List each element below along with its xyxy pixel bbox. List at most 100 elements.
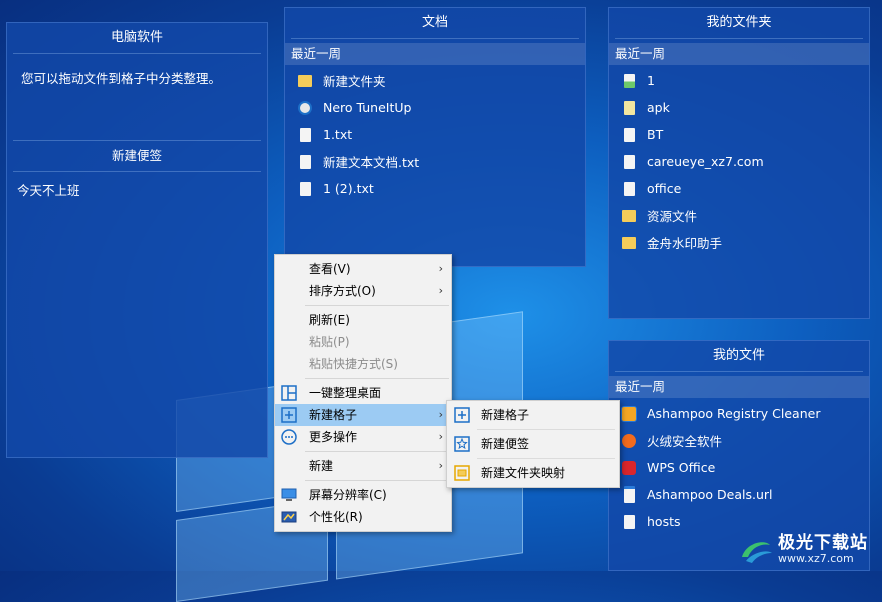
- menu-item-sort[interactable]: 排序方式(O) ›: [275, 280, 451, 302]
- menu-item-more-actions[interactable]: 更多操作 ›: [275, 426, 451, 448]
- file-label: 1: [647, 73, 655, 88]
- file-list-item[interactable]: 1: [609, 67, 869, 94]
- file-label: Ashampoo Deals.url: [647, 487, 773, 502]
- file-list-item[interactable]: 火绒安全软件: [609, 427, 869, 454]
- site-watermark: 极光下载站 www.xz7.com: [738, 534, 868, 565]
- file-label: 1 (2).txt: [323, 181, 374, 196]
- chevron-right-icon: ›: [438, 408, 443, 421]
- menu-item-label: 更多操作: [309, 430, 358, 444]
- chevron-right-icon: ›: [438, 459, 443, 472]
- menu-item-label: 个性化(R): [309, 510, 363, 524]
- menu-item-new-grid[interactable]: 新建格子 ›: [275, 404, 451, 426]
- documents-panel-title: 文档: [291, 8, 579, 39]
- file-list-item[interactable]: BT: [609, 121, 869, 148]
- file-icon: [621, 154, 637, 170]
- documents-file-list: 新建文件夹 Nero TuneItUp 1.txt 新建文本文档.txt 1 (2).t…: [285, 67, 585, 202]
- folder-icon: [621, 235, 637, 251]
- documents-panel[interactable]: 文档 最近一周 新建文件夹 Nero TuneItUp 1.txt 新建文本文档.tx…: [284, 7, 586, 267]
- more-icon: [281, 429, 297, 445]
- file-icon: [621, 127, 637, 143]
- text-file-icon: [297, 127, 313, 143]
- file-list-item[interactable]: apk: [609, 94, 869, 121]
- file-label: 新建文件夹: [323, 74, 386, 89]
- pc-software-panel-title: 电脑软件: [13, 23, 261, 54]
- archive-file-icon: [621, 100, 637, 116]
- menu-divider: [305, 451, 449, 452]
- image-file-icon: [621, 73, 637, 89]
- url-file-icon: [621, 486, 637, 503]
- file-list-item[interactable]: Ashampoo Registry Cleaner: [609, 400, 869, 427]
- menu-divider: [305, 305, 449, 306]
- my-folders-file-list: 1 apk BT careueye_xz7.com office 资源文件金舟水印助手: [609, 67, 869, 256]
- menu-item-label: 刷新(E): [309, 313, 350, 327]
- submenu-item-label: 新建文件夹映射: [481, 466, 566, 480]
- new-grid-submenu: 新建格子 新建便签 新建文件夹映射: [446, 400, 620, 488]
- file-list-item[interactable]: 金舟水印助手: [609, 229, 869, 256]
- menu-item-paste: 粘贴(P): [275, 331, 451, 353]
- menu-item-personalize[interactable]: 个性化(R): [275, 506, 451, 528]
- chevron-right-icon: ›: [438, 284, 443, 297]
- file-label: WPS Office: [647, 460, 716, 475]
- file-label: 资源文件: [647, 209, 698, 224]
- menu-item-label: 排序方式(O): [309, 284, 376, 298]
- file-label: 新建文本文档.txt: [323, 155, 420, 170]
- note-content[interactable]: 今天不上班: [7, 172, 267, 207]
- file-list-item[interactable]: office: [609, 175, 869, 202]
- file-list-item[interactable]: 新建文本文档.txt: [285, 148, 585, 175]
- file-label: Ashampoo Registry Cleaner: [647, 406, 821, 421]
- menu-divider: [305, 480, 449, 481]
- file-label: apk: [647, 100, 670, 115]
- menu-item-label: 粘贴(P): [309, 335, 350, 349]
- my-files-panel-title: 我的文件: [615, 341, 863, 372]
- recent-week-section: 最近一周: [285, 43, 585, 65]
- file-list-item[interactable]: WPS Office: [609, 454, 869, 481]
- pc-software-panel[interactable]: 电脑软件 您可以拖动文件到格子中分类整理。 新建便签 今天不上班: [6, 22, 268, 458]
- menu-item-label: 新建: [309, 459, 334, 473]
- menu-item-new[interactable]: 新建 ›: [275, 455, 451, 477]
- note-title: 新建便签: [13, 140, 261, 172]
- file-icon: [621, 181, 637, 197]
- recent-week-section: 最近一周: [609, 43, 869, 65]
- folder-icon: [297, 73, 313, 89]
- ashampoo-icon: [621, 405, 637, 422]
- watermark-name: 极光下载站: [778, 533, 868, 553]
- text-file-icon: [297, 181, 313, 197]
- desktop-context-menu: 查看(V) › 排序方式(O) › 刷新(E) 粘贴(P) 粘贴快捷方式(S) …: [274, 254, 452, 532]
- menu-item-refresh[interactable]: 刷新(E): [275, 309, 451, 331]
- wps-icon: [621, 460, 637, 476]
- menu-item-view[interactable]: 查看(V) ›: [275, 258, 451, 280]
- menu-item-label: 粘贴快捷方式(S): [309, 357, 398, 371]
- file-icon: [621, 514, 637, 530]
- file-list-item[interactable]: Nero TuneItUp: [285, 94, 585, 121]
- file-list-item[interactable]: 1 (2).txt: [285, 175, 585, 202]
- watermark-logo-icon: [738, 535, 774, 565]
- file-list-item[interactable]: 新建文件夹: [285, 67, 585, 94]
- folder-icon: [621, 208, 637, 224]
- text-file-icon: [297, 154, 313, 170]
- file-list-item[interactable]: hosts: [609, 508, 869, 535]
- chevron-right-icon: ›: [438, 262, 443, 275]
- organize-desktop-icon: [281, 385, 297, 401]
- submenu-item-label: 新建格子: [481, 408, 530, 422]
- menu-item-label: 查看(V): [309, 262, 351, 276]
- file-list-item[interactable]: 1.txt: [285, 121, 585, 148]
- file-label: BT: [647, 127, 664, 142]
- folder-map-icon: [454, 465, 470, 481]
- recent-week-section: 最近一周: [609, 376, 869, 398]
- file-list-item[interactable]: 资源文件: [609, 202, 869, 229]
- file-list-item[interactable]: careueye_xz7.com: [609, 148, 869, 175]
- my-folders-panel[interactable]: 我的文件夹 最近一周 1 apk BT careueye_xz7.com office 资…: [608, 7, 870, 319]
- menu-item-label: 新建格子: [309, 408, 358, 422]
- submenu-item-new-note[interactable]: 新建便签: [447, 430, 619, 458]
- menu-item-organize-desktop[interactable]: 一键整理桌面: [275, 382, 451, 404]
- file-list-item[interactable]: Ashampoo Deals.url: [609, 481, 869, 508]
- submenu-item-folder-mapping[interactable]: 新建文件夹映射: [447, 459, 619, 487]
- file-label: 火绒安全软件: [647, 434, 723, 449]
- watermark-url: www.xz7.com: [778, 552, 854, 565]
- submenu-item-new-grid[interactable]: 新建格子: [447, 401, 619, 429]
- menu-item-screen-resolution[interactable]: 屏幕分辨率(C): [275, 484, 451, 506]
- huorong-icon: [621, 433, 637, 449]
- file-label: 金舟水印助手: [647, 236, 723, 251]
- menu-divider: [305, 378, 449, 379]
- menu-item-label: 一键整理桌面: [309, 386, 382, 400]
